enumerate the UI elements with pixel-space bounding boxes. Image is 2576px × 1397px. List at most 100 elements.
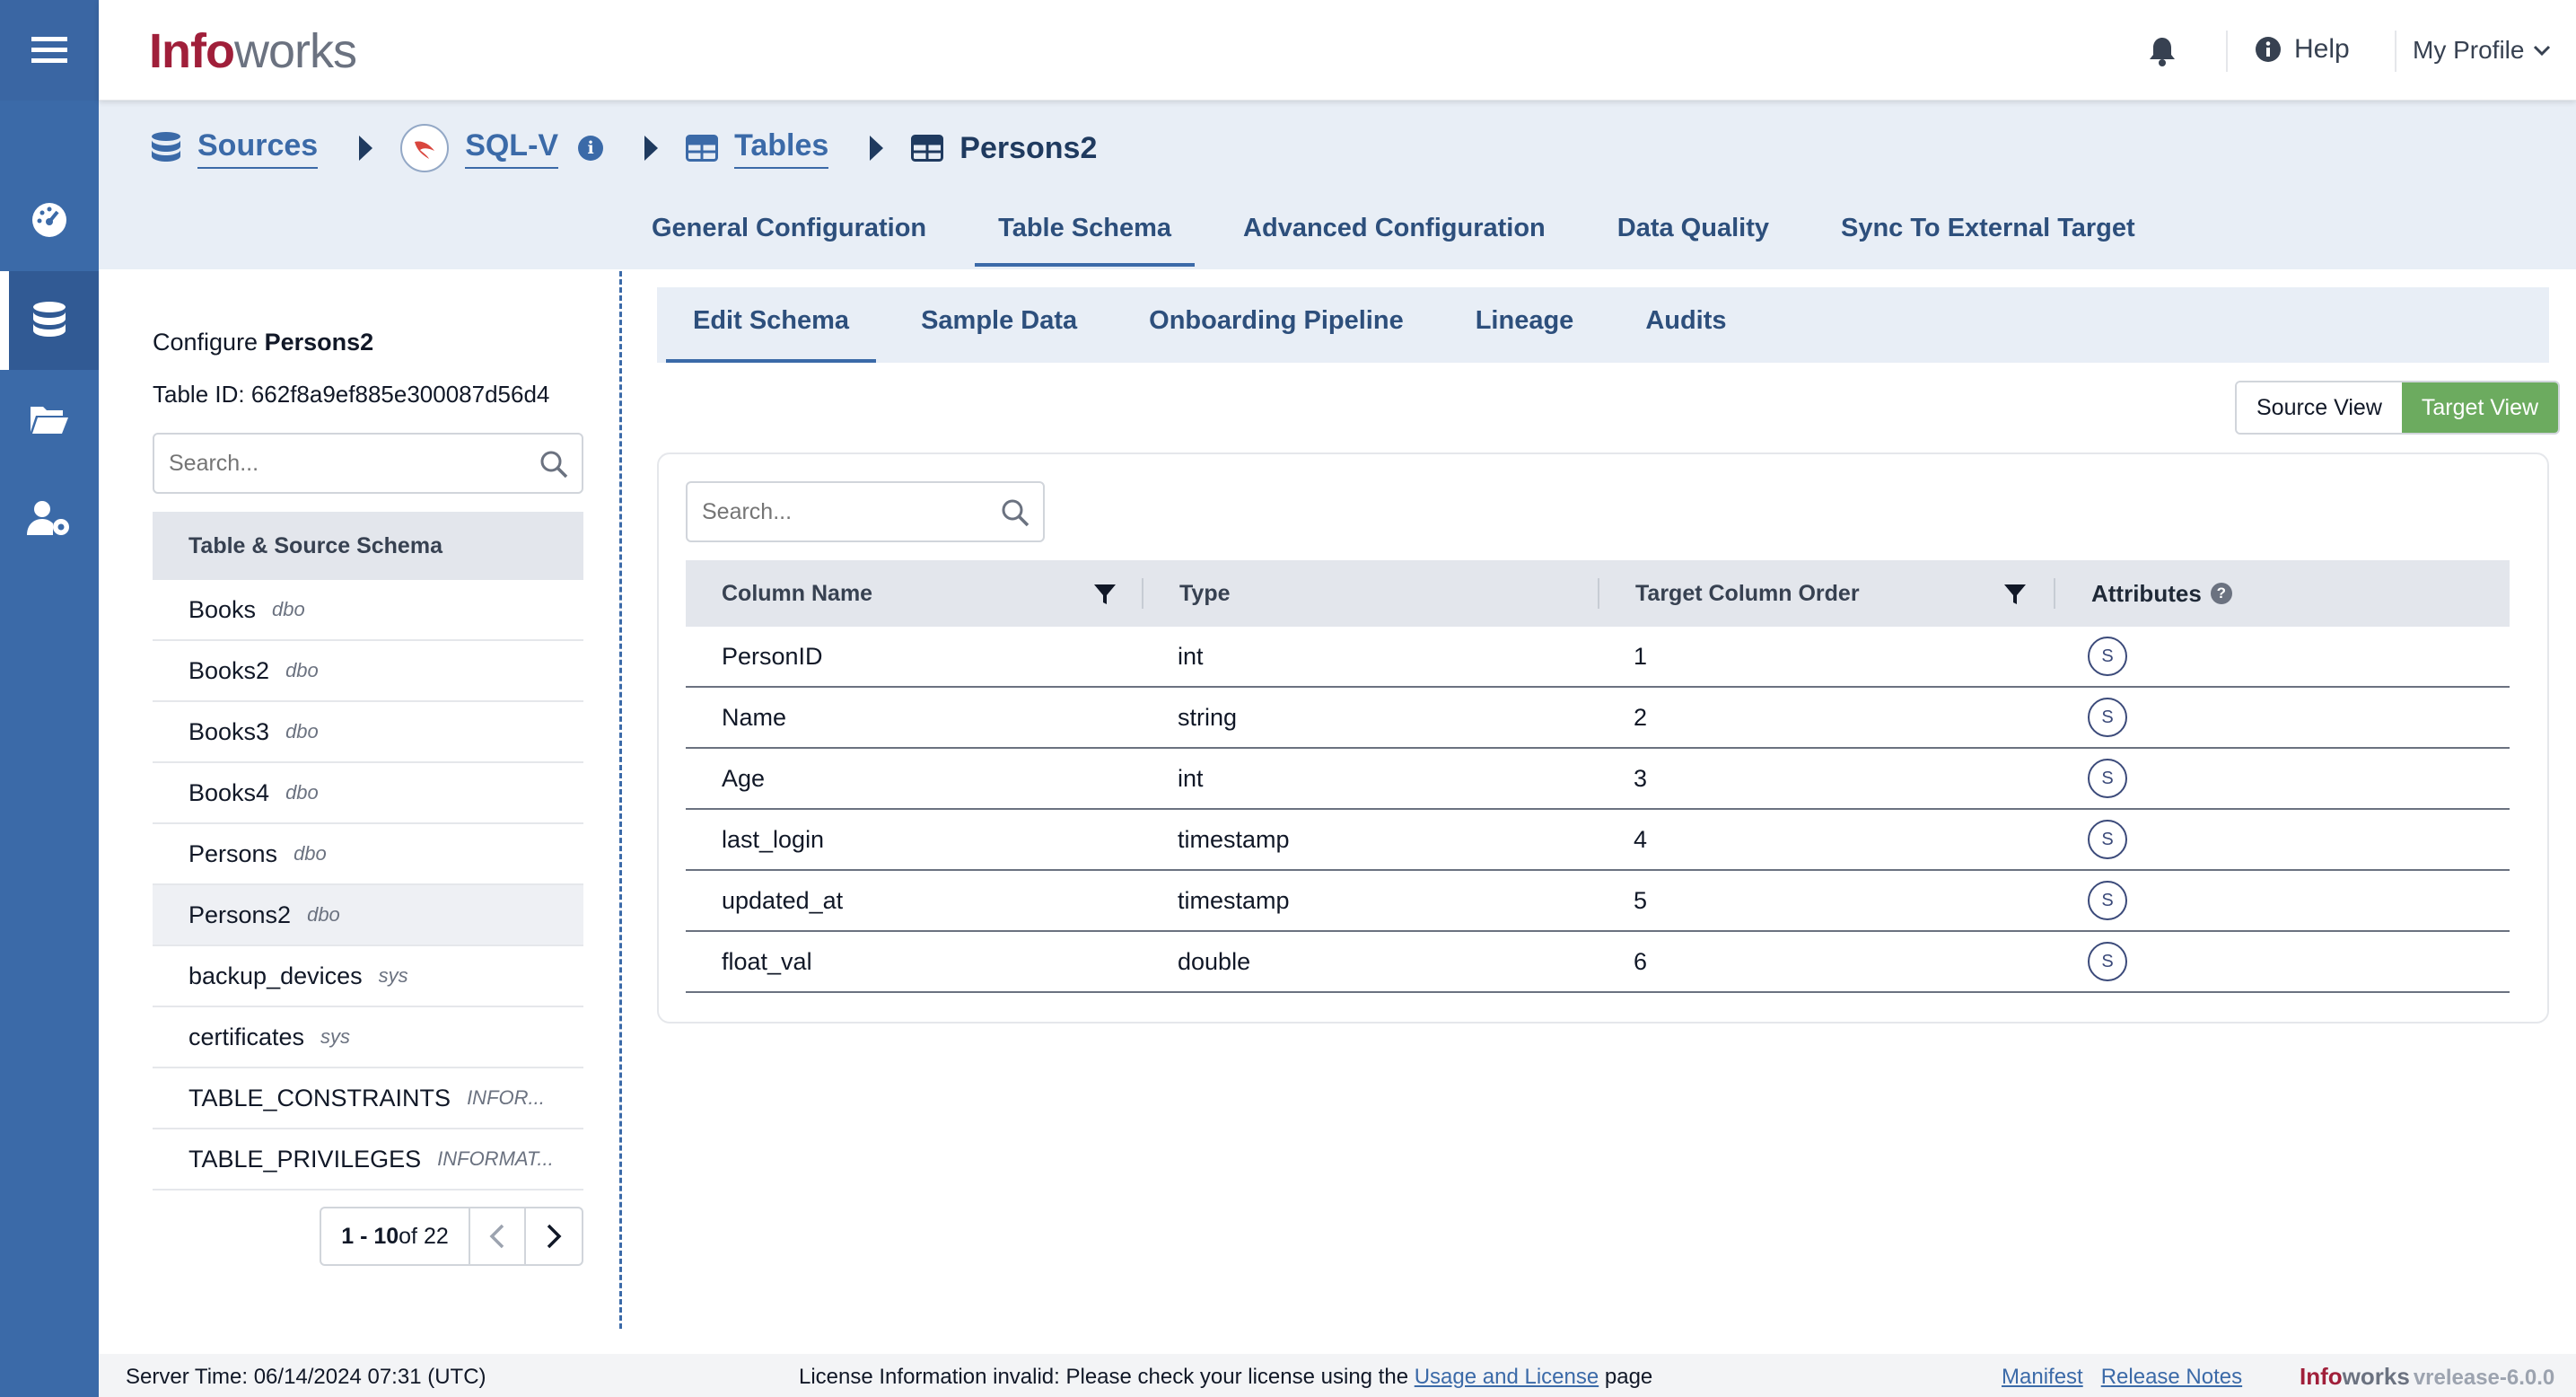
target-column-order-header[interactable]: Target Column Order: [1635, 560, 1860, 627]
breadcrumb-sources-link[interactable]: Sources: [197, 128, 319, 169]
table-row[interactable]: Name string 2 S: [686, 688, 2510, 749]
table-list-item[interactable]: Persons dbo: [153, 824, 583, 885]
help-question-icon[interactable]: ?: [2210, 583, 2232, 604]
pager-next-button[interactable]: [526, 1208, 582, 1264]
order-cell: 2: [1634, 703, 1648, 731]
table-row[interactable]: updated_at timestamp 5 S: [686, 871, 2510, 932]
dashboard-gauge-icon: [32, 203, 66, 237]
breadcrumb-arrow-icon: [359, 136, 373, 161]
tab-general-configuration[interactable]: General Configuration: [628, 199, 950, 267]
tab-sample-data[interactable]: Sample Data: [894, 306, 1104, 363]
tab-audits[interactable]: Audits: [1618, 306, 1753, 363]
table-search-box: [153, 433, 583, 494]
source-view-button[interactable]: Source View: [2237, 382, 2402, 433]
nav-dashboard[interactable]: [0, 171, 99, 269]
schema-table-body: PersonID int 1 S Name string 2 S Age int…: [686, 627, 2510, 993]
configure-title: Configure Persons2: [153, 329, 374, 356]
table-row[interactable]: float_val double 6 S: [686, 932, 2510, 993]
breadcrumb-tables[interactable]: Tables: [686, 128, 829, 169]
bell-icon: [2150, 38, 2175, 66]
type-header[interactable]: Type: [1179, 560, 1231, 627]
source-attribute-badge[interactable]: S: [2088, 942, 2127, 981]
tab-data-quality[interactable]: Data Quality: [1594, 199, 1792, 267]
usage-and-license-link[interactable]: Usage and License: [1415, 1365, 1599, 1389]
filter-icon[interactable]: [2003, 584, 2027, 605]
order-cell: 1: [1634, 642, 1648, 670]
sql-server-source-icon: [400, 124, 450, 172]
top-header: Infoworks Help My Profile: [99, 0, 2576, 101]
table-row[interactable]: Age int 3 S: [686, 749, 2510, 810]
table-list-item[interactable]: Books2 dbo: [153, 641, 583, 702]
source-info-icon[interactable]: i: [578, 136, 604, 161]
source-attribute-badge[interactable]: S: [2088, 820, 2127, 859]
chevron-down-icon: [2534, 45, 2551, 57]
my-profile-menu[interactable]: My Profile: [2413, 36, 2551, 65]
main-tabs: General Configuration Table Schema Advan…: [628, 199, 2184, 267]
notifications-button[interactable]: [2149, 36, 2176, 71]
schema-table-header: Column Name Type Target Column Order Att…: [686, 560, 2510, 627]
table-list: Books dbo Books2 dbo Books3 dbo Books4 dbo P…: [153, 580, 583, 1191]
breadcrumb-current-label: Persons2: [959, 130, 1098, 165]
source-attribute-badge[interactable]: S: [2088, 881, 2127, 920]
footer-links: Manifest Release Notes: [2002, 1365, 2242, 1390]
pager-prev-button[interactable]: [470, 1208, 526, 1264]
nav-user-settings[interactable]: [0, 469, 99, 567]
column-name-cell: float_val: [722, 947, 812, 975]
nav-sources[interactable]: [0, 271, 99, 370]
tab-table-schema[interactable]: Table Schema: [975, 199, 1196, 267]
table-list-item[interactable]: TABLE_CONSTRAINTS INFOR...: [153, 1068, 583, 1129]
order-cell: 3: [1634, 764, 1648, 792]
type-cell: int: [1178, 764, 1204, 792]
table-list-item[interactable]: TABLE_PRIVILEGES INFORMAT...: [153, 1129, 583, 1191]
column-search-input[interactable]: [702, 499, 989, 525]
nav-folders[interactable]: [0, 370, 99, 469]
header-divider: [2054, 578, 2055, 609]
breadcrumb-current: Persons2: [911, 131, 1097, 166]
table-list-item[interactable]: backup_devices sys: [153, 946, 583, 1007]
breadcrumb-sources[interactable]: Sources: [151, 128, 319, 169]
table-list-item[interactable]: Books dbo: [153, 580, 583, 641]
table-list-item[interactable]: Books4 dbo: [153, 763, 583, 824]
column-name-header[interactable]: Column Name: [722, 560, 872, 627]
table-row[interactable]: last_login timestamp 4 S: [686, 810, 2510, 871]
table-grid-icon: [911, 135, 944, 162]
tab-lineage[interactable]: Lineage: [1449, 306, 1601, 363]
table-search-input[interactable]: [169, 451, 510, 477]
table-id: Table ID: 662f8a9ef885e300087d56d4: [153, 381, 550, 408]
license-warning: License Information invalid: Please chec…: [799, 1365, 1653, 1389]
search-icon[interactable]: [539, 449, 569, 479]
type-cell: int: [1178, 642, 1204, 670]
tab-advanced-configuration[interactable]: Advanced Configuration: [1220, 199, 1569, 267]
column-name-cell: Name: [722, 703, 787, 731]
table-list-item[interactable]: Books3 dbo: [153, 702, 583, 763]
breadcrumb-tables-link[interactable]: Tables: [734, 128, 829, 169]
pager-range: 1 - 10 of 22: [321, 1208, 470, 1264]
help-label: Help: [2294, 34, 2350, 64]
left-rail: [0, 0, 99, 1397]
table-row[interactable]: PersonID int 1 S: [686, 627, 2510, 688]
target-view-button[interactable]: Target View: [2401, 382, 2559, 433]
source-attribute-badge[interactable]: S: [2088, 698, 2127, 737]
tab-edit-schema[interactable]: Edit Schema: [666, 306, 877, 363]
breadcrumb-arrow-icon: [644, 136, 659, 161]
type-cell: double: [1178, 947, 1251, 975]
infoworks-logo[interactable]: Infoworks: [149, 23, 357, 79]
tab-sync-to-external-target[interactable]: Sync To External Target: [1818, 199, 2159, 267]
hamburger-menu-button[interactable]: [0, 0, 99, 101]
attributes-cell: S: [2088, 688, 2127, 747]
source-attribute-badge[interactable]: S: [2088, 759, 2127, 798]
manifest-link[interactable]: Manifest: [2002, 1365, 2083, 1390]
source-attribute-badge[interactable]: S: [2088, 637, 2127, 676]
table-list-item-selected[interactable]: Persons2 dbo: [153, 885, 583, 946]
attributes-cell: S: [2088, 932, 2127, 991]
order-cell: 5: [1634, 886, 1648, 914]
breadcrumb-source-link[interactable]: SQL-V: [465, 128, 559, 169]
filter-icon[interactable]: [1093, 584, 1117, 605]
search-icon[interactable]: [1000, 497, 1030, 528]
table-list-item[interactable]: certificates sys: [153, 1007, 583, 1068]
tab-onboarding-pipeline[interactable]: Onboarding Pipeline: [1122, 306, 1431, 363]
help-button[interactable]: Help: [2255, 34, 2350, 65]
breadcrumb-source[interactable]: SQL-V i: [400, 124, 604, 172]
release-notes-link[interactable]: Release Notes: [2101, 1365, 2242, 1390]
type-cell: string: [1178, 703, 1238, 731]
